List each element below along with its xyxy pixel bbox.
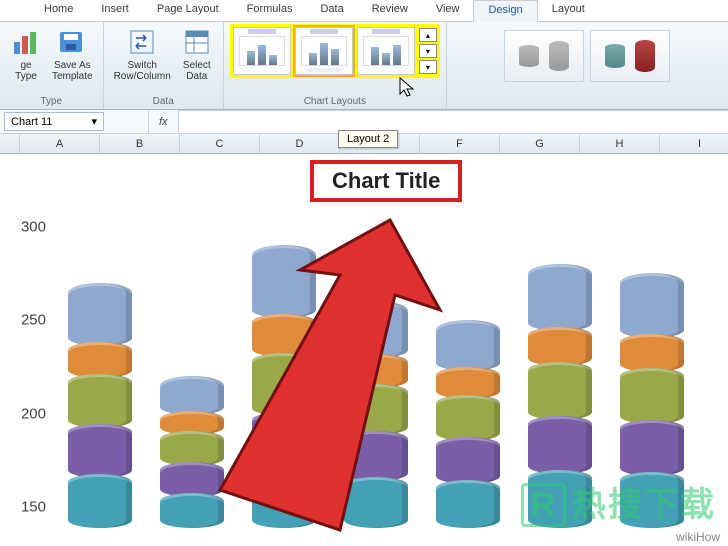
switch-row-column-button[interactable]: SwitchRow/Column bbox=[110, 24, 175, 84]
y-tick: 300 bbox=[21, 219, 46, 236]
save-template-icon bbox=[56, 26, 88, 58]
col-header-D[interactable]: D bbox=[260, 134, 340, 153]
group-label-type: Type bbox=[40, 95, 62, 109]
col-header-A[interactable]: A bbox=[20, 134, 100, 153]
chart-style-1[interactable] bbox=[504, 30, 584, 82]
layout-option-3[interactable] bbox=[357, 27, 415, 75]
chart-title[interactable]: Chart Title bbox=[332, 168, 440, 193]
layout-tooltip: Layout 2 bbox=[338, 130, 398, 148]
tab-formulas[interactable]: Formulas bbox=[233, 0, 307, 21]
group-label-data: Data bbox=[153, 95, 174, 109]
watermark-logo: R热搜下载 bbox=[521, 477, 716, 526]
chart-style-2[interactable] bbox=[590, 30, 670, 82]
col-header-B[interactable]: B bbox=[100, 134, 180, 153]
tab-review[interactable]: Review bbox=[358, 0, 422, 21]
gallery-down-icon[interactable]: ▾ bbox=[419, 44, 437, 58]
ribbon: geType Save AsTemplate Type SwitchRow/Co… bbox=[0, 22, 728, 110]
select-data-icon bbox=[181, 26, 213, 58]
tab-page-layout[interactable]: Page Layout bbox=[143, 0, 233, 21]
tab-design[interactable]: Design bbox=[473, 0, 537, 22]
chart-layouts-highlight: ▴ ▾ ▾ bbox=[230, 24, 440, 78]
formula-input[interactable] bbox=[179, 110, 728, 133]
tab-layout[interactable]: Layout bbox=[538, 0, 599, 21]
tab-home[interactable]: Home bbox=[30, 0, 87, 21]
gallery-more-icon[interactable]: ▾ bbox=[419, 60, 437, 74]
col-header-F[interactable]: F bbox=[420, 134, 500, 153]
cursor-icon bbox=[398, 76, 418, 100]
y-tick: 200 bbox=[21, 405, 46, 422]
group-type: geType Save AsTemplate Type bbox=[0, 22, 104, 109]
chart-type-icon bbox=[10, 26, 42, 58]
y-tick: 150 bbox=[21, 499, 46, 516]
layout-option-2[interactable] bbox=[295, 27, 353, 75]
group-data: SwitchRow/Column SelectData Data bbox=[104, 22, 224, 109]
chart-layouts-gallery: ▴ ▾ ▾ bbox=[233, 27, 437, 75]
col-header-C[interactable]: C bbox=[180, 134, 260, 153]
name-box[interactable]: Chart 11 ▾ bbox=[4, 112, 104, 131]
tab-view[interactable]: View bbox=[422, 0, 474, 21]
bar-1[interactable] bbox=[68, 283, 132, 524]
gallery-up-icon[interactable]: ▴ bbox=[419, 28, 437, 42]
y-tick: 250 bbox=[21, 312, 46, 329]
select-all-corner[interactable] bbox=[0, 134, 20, 153]
watermark-credit: wikiHow bbox=[676, 530, 720, 544]
col-header-I[interactable]: I bbox=[660, 134, 728, 153]
save-as-template-button[interactable]: Save AsTemplate bbox=[48, 24, 97, 84]
tab-insert[interactable]: Insert bbox=[87, 0, 143, 21]
col-header-H[interactable]: H bbox=[580, 134, 660, 153]
layout-option-1[interactable] bbox=[233, 27, 291, 75]
dropdown-icon[interactable]: ▾ bbox=[91, 115, 97, 128]
change-chart-type-button[interactable]: geType bbox=[6, 24, 46, 84]
ribbon-tabs: HomeInsertPage LayoutFormulasDataReviewV… bbox=[0, 0, 728, 22]
group-label-layouts: Chart Layouts bbox=[304, 95, 366, 109]
switch-icon bbox=[126, 26, 158, 58]
fx-label[interactable]: fx bbox=[148, 110, 179, 133]
y-axis: 150200250300 bbox=[10, 234, 50, 524]
tab-data[interactable]: Data bbox=[306, 0, 357, 21]
select-data-button[interactable]: SelectData bbox=[177, 24, 217, 84]
chart-title-highlight: Chart Title bbox=[310, 160, 462, 202]
col-header-G[interactable]: G bbox=[500, 134, 580, 153]
group-chart-styles bbox=[447, 22, 728, 109]
gallery-scroll: ▴ ▾ ▾ bbox=[419, 27, 437, 75]
annotation-arrow-icon bbox=[190, 210, 450, 540]
name-box-value: Chart 11 bbox=[11, 116, 52, 128]
